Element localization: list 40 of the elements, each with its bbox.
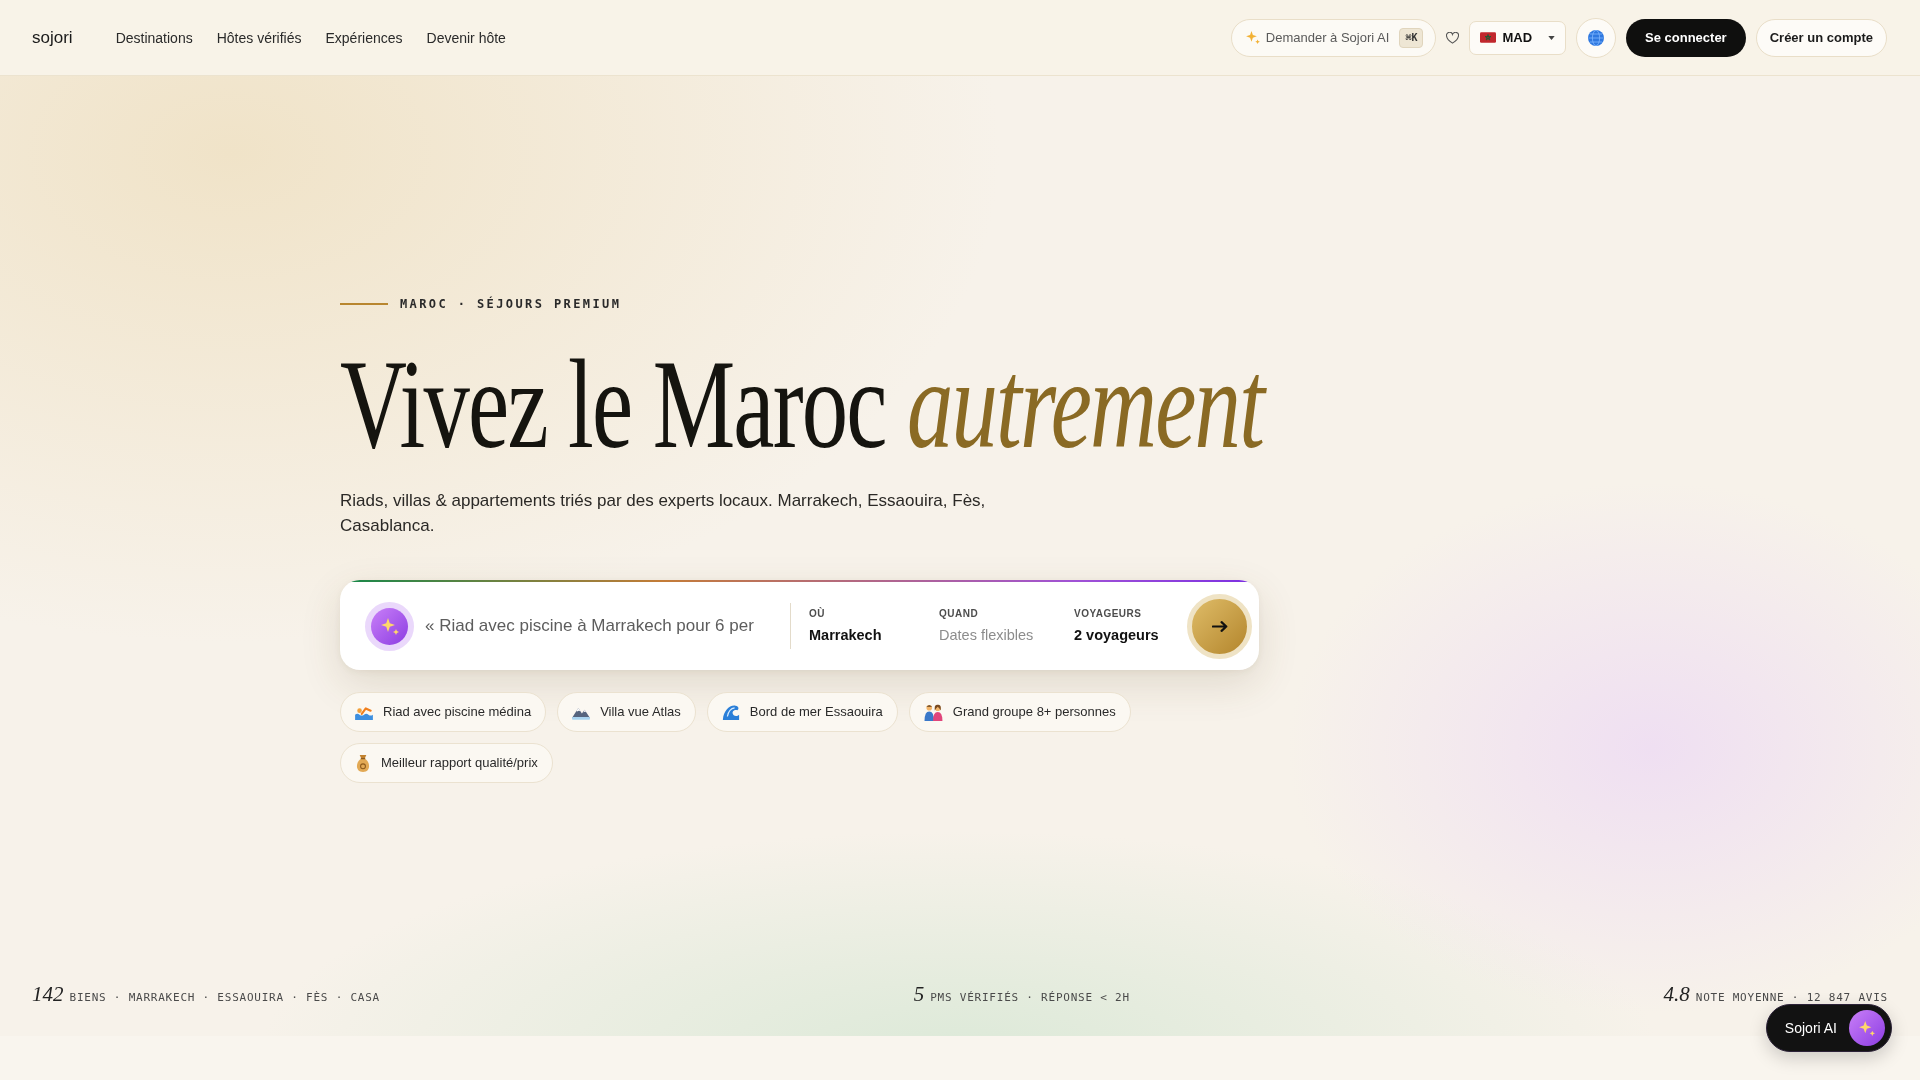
flag-icon [1480, 32, 1497, 43]
ask-ai-button[interactable]: Demander à Sojori AI ⌘K [1230, 18, 1437, 57]
heart-icon[interactable] [1446, 31, 1460, 44]
nav-link[interactable]: Destinations [115, 27, 193, 48]
suggestion-chip[interactable]: Bord de mer Essaouira [706, 692, 898, 732]
search-input[interactable]: « Riad avec piscine à Marrakech pour 6 per [425, 611, 775, 641]
search-field[interactable]: VOYAGEURS 2 voyageurs [1074, 608, 1186, 644]
search-field[interactable]: QUAND Dates flexibles [939, 608, 1074, 644]
globe-icon [1588, 29, 1605, 46]
stat-label: NOTE MOYENNE · 12 847 AVIS [1695, 991, 1888, 1005]
suggestion-chip[interactable]: Villa vue Atlas [557, 692, 696, 732]
sign-up-button[interactable]: Créer un compte [1755, 18, 1887, 57]
people-icon [923, 703, 943, 721]
suggestion-chip[interactable]: Grand groupe 8+ personnes [908, 692, 1131, 732]
wave-icon [721, 703, 740, 721]
stat-value: 4.8 [1663, 982, 1690, 1006]
shortcut-key: ⌘K [1399, 27, 1424, 48]
eyebrow-text: MAROC · SÉJOURS PREMIUM [400, 296, 622, 312]
assistant-button[interactable]: Sojori AI [1765, 1004, 1892, 1052]
sparkle-icon [1245, 31, 1260, 44]
stat-value: 142 [32, 982, 64, 1006]
stat-label: BIENS · MARRAKECH · ESSAOUIRA · FÈS · CASA [69, 991, 380, 1005]
nav-link[interactable]: Devenir hôte [426, 27, 506, 48]
suggestion-chip[interactable]: Meilleur rapport qualité/prix [340, 743, 553, 783]
logo[interactable]: sojori [32, 26, 73, 49]
caret-icon [1548, 35, 1556, 40]
nav-link[interactable]: Expériences [325, 27, 403, 48]
bag-icon [355, 754, 371, 772]
nav-link[interactable]: Hôtes vérifiés [216, 27, 302, 48]
stat-value: 5 [913, 982, 925, 1006]
sparkle-icon [365, 601, 414, 651]
sign-in-button[interactable]: Se connecter [1626, 18, 1746, 57]
hero-subtitle: Riads, villas & appartements triés par des experts locaux. Marrakech, Essaouira, Fès, Casablanca. [340, 490, 987, 537]
suggestion-chip[interactable]: Riad avec piscine médina [340, 692, 547, 732]
arrow-right-icon [1211, 620, 1228, 632]
sparkle-icon [1849, 1010, 1885, 1046]
stat-label: PMS VÉRIFIÉS · RÉPONSE < 2H [930, 991, 1130, 1005]
currency-select[interactable]: MAD [1469, 20, 1567, 55]
search-field[interactable]: OÙ Marrakech [809, 608, 939, 644]
swimmer-icon [355, 704, 373, 720]
